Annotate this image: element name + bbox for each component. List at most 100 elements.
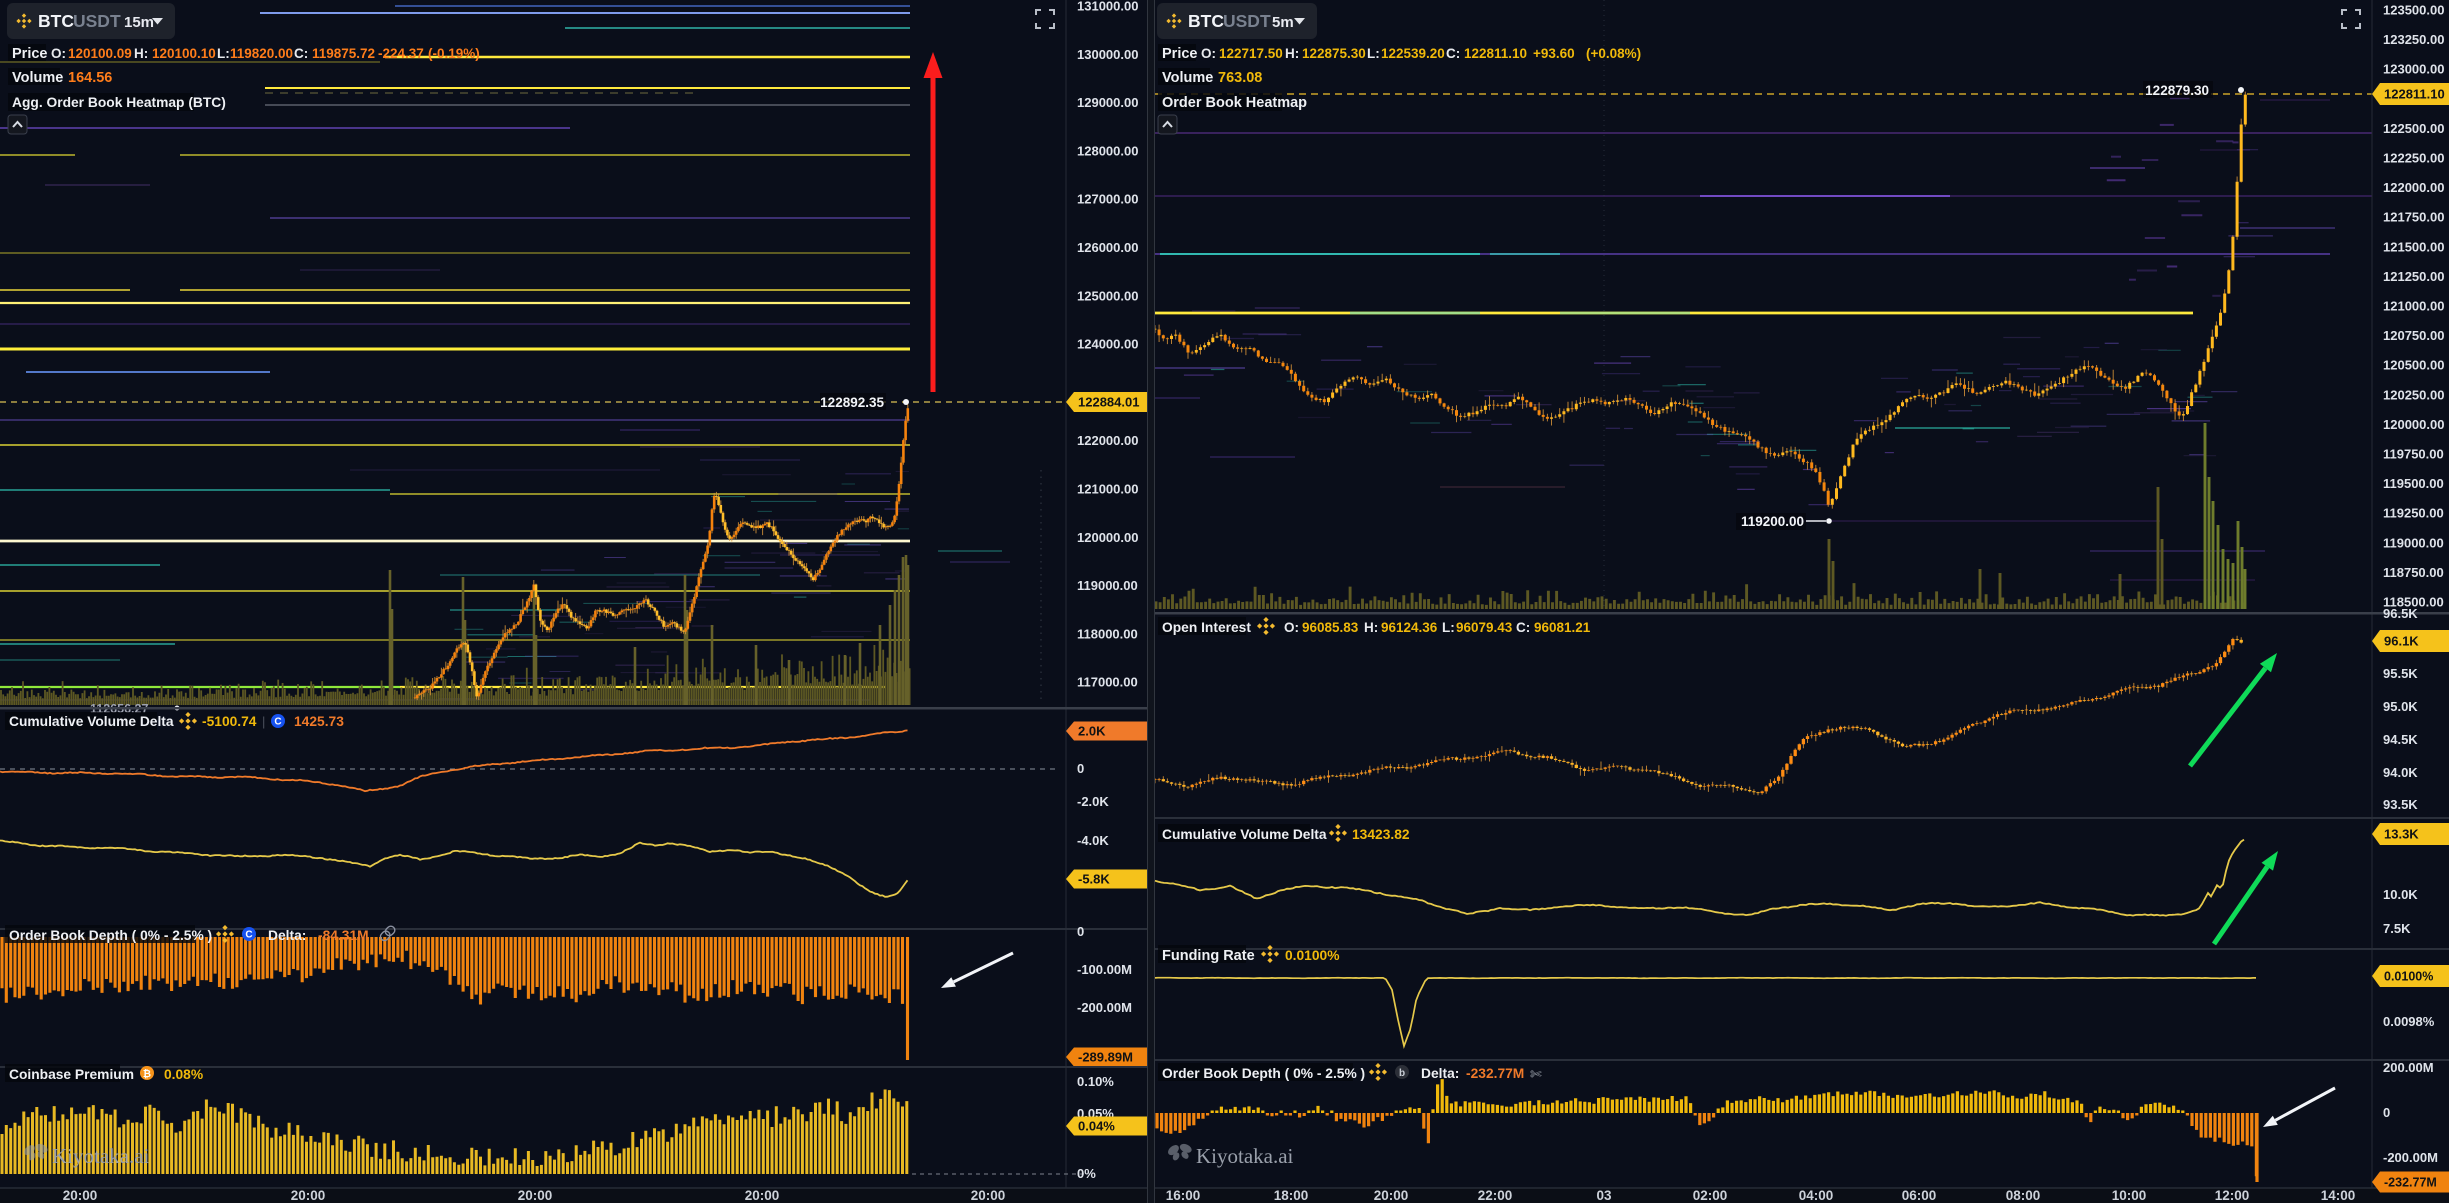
svg-text:120000.00: 120000.00 — [1077, 530, 1138, 545]
svg-text:13.3K: 13.3K — [2384, 827, 2419, 842]
svg-text:129000.00: 129000.00 — [1077, 95, 1138, 110]
svg-text:BTC: BTC — [38, 11, 74, 31]
svg-text:L:: L: — [217, 46, 230, 61]
svg-text:120100.09: 120100.09 — [68, 46, 132, 61]
svg-text:Price: Price — [12, 46, 47, 62]
svg-text:Cumulative Volume Delta: Cumulative Volume Delta — [1162, 827, 1327, 842]
svg-text:125000.00: 125000.00 — [1077, 288, 1138, 303]
svg-text:O:: O: — [1284, 620, 1299, 635]
svg-text:121000.00: 121000.00 — [1077, 482, 1138, 497]
svg-text:0.0100%: 0.0100% — [1285, 948, 1339, 963]
svg-text:Price: Price — [1162, 46, 1197, 62]
svg-text:USDT: USDT — [73, 11, 121, 31]
svg-text:120000.00: 120000.00 — [2383, 417, 2444, 432]
svg-text:96081.21: 96081.21 — [1534, 620, 1591, 635]
svg-text:+93.60: +93.60 — [1533, 46, 1575, 61]
svg-text:-5.8K: -5.8K — [1078, 872, 1110, 887]
svg-text:20:00: 20:00 — [63, 1188, 98, 1203]
svg-text:06:00: 06:00 — [1902, 1188, 1937, 1203]
svg-text:119875.72: 119875.72 — [312, 46, 375, 61]
svg-text:20:00: 20:00 — [518, 1188, 553, 1203]
svg-text:119500.00: 119500.00 — [2383, 476, 2444, 491]
svg-text:10.0K: 10.0K — [2383, 887, 2418, 902]
svg-text:131000.00: 131000.00 — [1077, 0, 1138, 14]
svg-text:94.5K: 94.5K — [2383, 732, 2418, 747]
svg-text:Delta:: Delta: — [1421, 1066, 1459, 1081]
svg-text:-232.77M: -232.77M — [2384, 1176, 2437, 1190]
svg-text:C:: C: — [1516, 620, 1530, 635]
svg-text:117000.00: 117000.00 — [1077, 675, 1138, 690]
svg-text:-84.31M: -84.31M — [318, 928, 369, 943]
svg-text:121750.00: 121750.00 — [2383, 210, 2444, 225]
svg-text:118000.00: 118000.00 — [1077, 626, 1138, 641]
svg-text:93.5K: 93.5K — [2383, 797, 2418, 812]
svg-text:-5100.74: -5100.74 — [202, 714, 257, 729]
svg-text:0: 0 — [1077, 761, 1084, 776]
svg-text:10:00: 10:00 — [2112, 1188, 2147, 1203]
svg-text:122811.10: 122811.10 — [1464, 46, 1527, 61]
svg-text:Order Book Heatmap: Order Book Heatmap — [1162, 95, 1307, 111]
svg-text:119200.00: 119200.00 — [1741, 514, 1804, 529]
svg-text:120250.00: 120250.00 — [2383, 387, 2444, 402]
svg-text:0: 0 — [1077, 924, 1084, 939]
svg-text:18:00: 18:00 — [1274, 1188, 1309, 1203]
svg-text:0.08%: 0.08% — [164, 1067, 203, 1082]
svg-text:123250.00: 123250.00 — [2383, 32, 2444, 47]
svg-text:0.10%: 0.10% — [1077, 1074, 1114, 1089]
svg-text:120750.00: 120750.00 — [2383, 328, 2444, 343]
svg-text:5m: 5m — [1272, 14, 1294, 31]
svg-text:Cumulative Volume Delta: Cumulative Volume Delta — [9, 714, 174, 729]
svg-text:122875.30: 122875.30 — [1302, 46, 1366, 61]
svg-text:128000.00: 128000.00 — [1077, 143, 1138, 158]
svg-text:Kiyotaka.ai: Kiyotaka.ai — [52, 1144, 150, 1168]
svg-text:04:00: 04:00 — [1799, 1188, 1834, 1203]
svg-text:✄: ✄ — [1530, 1066, 1542, 1082]
svg-text:Volume: Volume — [12, 70, 63, 86]
svg-text:H:: H: — [1364, 620, 1378, 635]
svg-text:BTC: BTC — [1188, 11, 1224, 31]
svg-text:126000.00: 126000.00 — [1077, 240, 1138, 255]
svg-text:Kiyotaka.ai: Kiyotaka.ai — [1196, 1144, 1294, 1168]
svg-text:C:: C: — [294, 46, 308, 61]
svg-text:|: | — [262, 714, 265, 729]
svg-text:96079.43: 96079.43 — [1456, 620, 1513, 635]
svg-text:Coinbase Premium: Coinbase Premium — [9, 1067, 134, 1082]
svg-text:763.08: 763.08 — [1218, 70, 1262, 86]
svg-text:(-0.19%): (-0.19%) — [428, 46, 480, 61]
svg-text:-100.00M: -100.00M — [1077, 962, 1132, 977]
svg-text:C: C — [245, 930, 252, 941]
svg-text:-200.00M: -200.00M — [2383, 1150, 2438, 1165]
svg-text:₿: ₿ — [143, 1068, 151, 1080]
svg-text:164.56: 164.56 — [68, 70, 112, 86]
svg-text:-2.0K: -2.0K — [1077, 794, 1109, 809]
svg-text:122000.00: 122000.00 — [2383, 180, 2444, 195]
svg-text:120100.10: 120100.10 — [152, 46, 216, 61]
svg-text:Funding Rate: Funding Rate — [1162, 948, 1255, 964]
svg-text:94.0K: 94.0K — [2383, 765, 2418, 780]
svg-text:200.00M: 200.00M — [2383, 1060, 2434, 1075]
svg-text:-200.00M: -200.00M — [1077, 1000, 1132, 1015]
svg-text:O:: O: — [1201, 46, 1216, 61]
svg-text:08:00: 08:00 — [2006, 1188, 2041, 1203]
svg-text:(+0.08%): (+0.08%) — [1586, 46, 1641, 61]
svg-text:H:: H: — [134, 46, 148, 61]
svg-text:03: 03 — [1596, 1188, 1612, 1203]
svg-text:L:: L: — [1367, 46, 1380, 61]
svg-text:Delta:: Delta: — [268, 928, 306, 943]
svg-text:-4.0K: -4.0K — [1077, 833, 1109, 848]
svg-text:122717.50: 122717.50 — [1219, 46, 1283, 61]
svg-text:118750.00: 118750.00 — [2383, 565, 2444, 580]
svg-text:Order Book Depth ( 0% - 2.5% ): Order Book Depth ( 0% - 2.5% ) — [1162, 1066, 1365, 1081]
svg-text:121500.00: 121500.00 — [2383, 239, 2444, 254]
svg-text:14:00: 14:00 — [2321, 1188, 2356, 1203]
svg-text:20:00: 20:00 — [1374, 1188, 1409, 1203]
svg-text:C: C — [274, 717, 281, 728]
svg-text:122000.00: 122000.00 — [1077, 433, 1138, 448]
svg-text:20:00: 20:00 — [971, 1188, 1006, 1203]
svg-text:119000.00: 119000.00 — [1077, 578, 1138, 593]
svg-text:122884.01: 122884.01 — [1078, 395, 1139, 410]
svg-text:-232.77M: -232.77M — [1466, 1066, 1524, 1081]
svg-text:-289.89M: -289.89M — [1078, 1050, 1133, 1065]
svg-text:127000.00: 127000.00 — [1077, 192, 1138, 207]
svg-text:121250.00: 121250.00 — [2383, 269, 2444, 284]
